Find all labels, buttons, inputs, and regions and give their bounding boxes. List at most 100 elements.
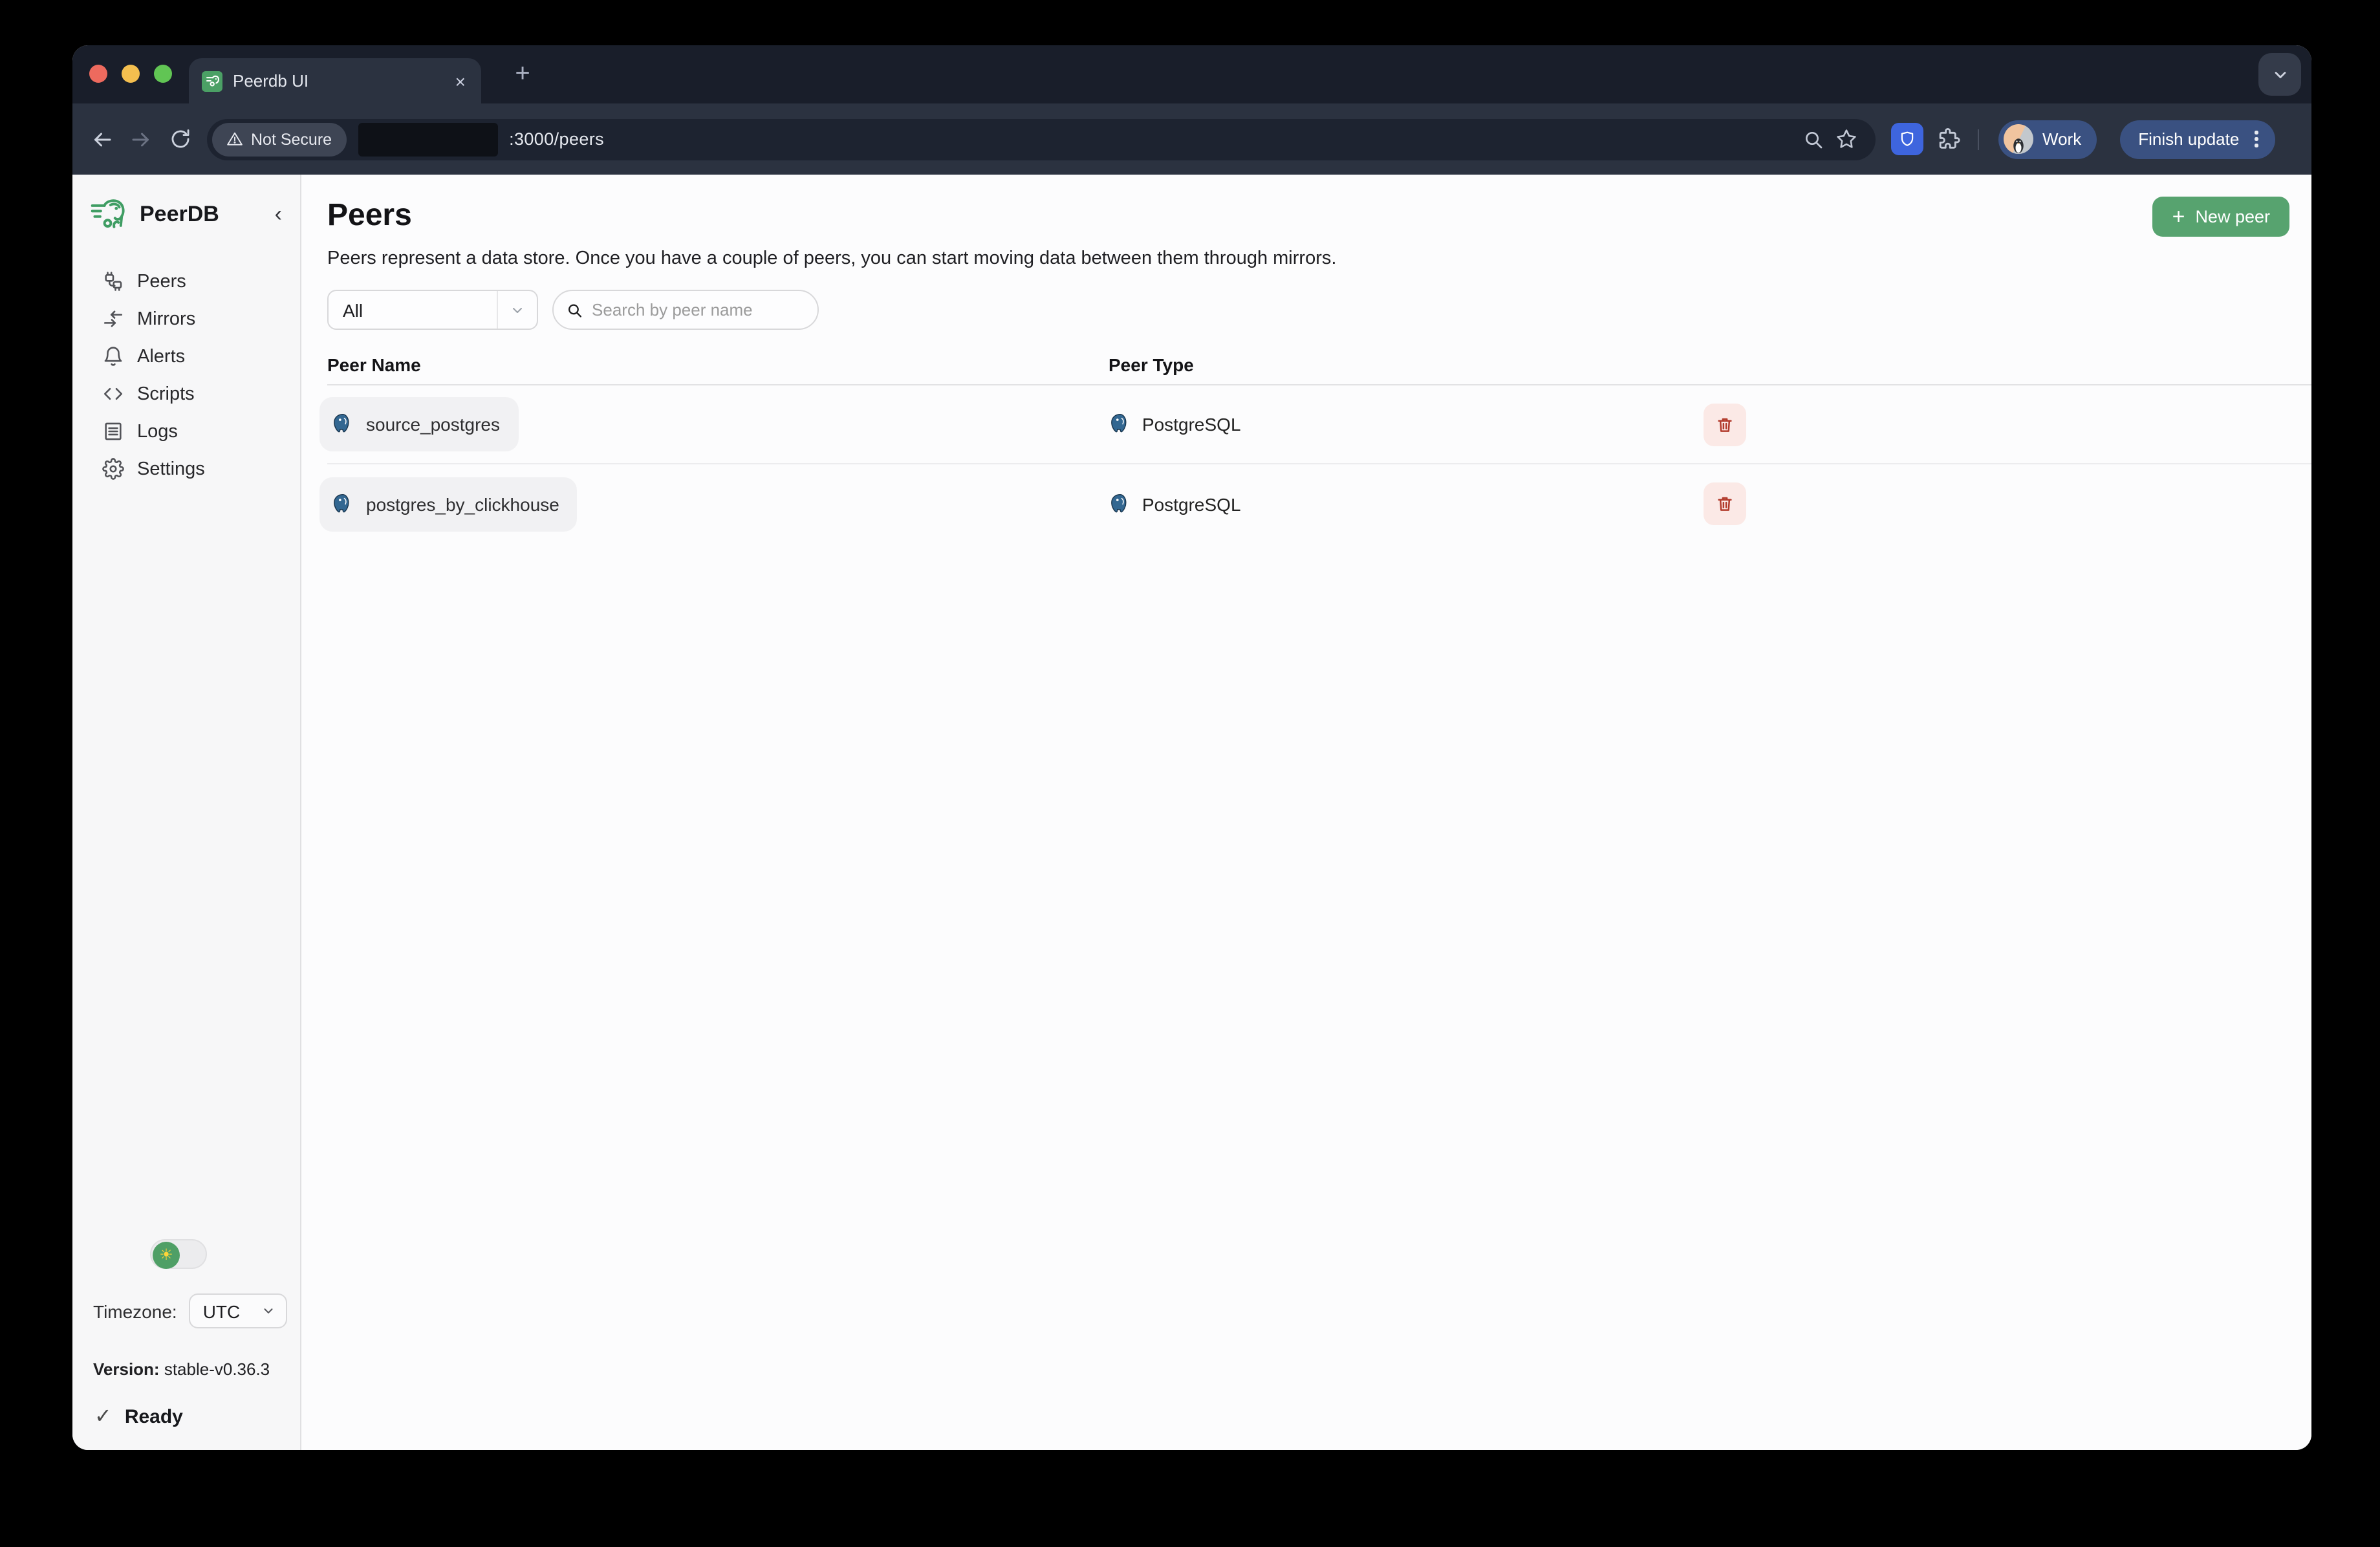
plus-icon: + <box>2172 205 2185 227</box>
address-bar[interactable]: Not Secure :3000/peers <box>207 118 1876 160</box>
reload-icon <box>169 128 191 150</box>
screen: Peerdb UI × + <box>0 0 2380 1547</box>
search-input[interactable] <box>592 300 805 319</box>
table-row: postgres_by_clickhouse PostgreSQL <box>327 464 2311 543</box>
shield-icon <box>1899 131 1916 147</box>
page-content: PeerDB ‹ Peers Mirrors <box>72 175 2311 1450</box>
zoom-magnifier-icon[interactable] <box>1803 129 1824 149</box>
version-value: stable-v0.36.3 <box>160 1359 270 1379</box>
sidebar-item-scripts[interactable]: Scripts <box>72 375 300 413</box>
sidebar-item-label: Alerts <box>137 346 185 367</box>
peer-name-label: source_postgres <box>366 414 500 435</box>
extensions-area: Work Finish update <box>1891 120 2275 158</box>
bell-icon <box>102 345 124 367</box>
theme-toggle[interactable]: ☀ <box>150 1239 207 1269</box>
postgresql-icon <box>1109 492 1132 515</box>
gear-icon <box>102 458 124 480</box>
close-tab-icon[interactable]: × <box>453 70 468 91</box>
back-button[interactable] <box>83 120 122 158</box>
forward-button[interactable] <box>122 120 160 158</box>
search-box <box>552 290 819 330</box>
postgresql-icon <box>331 492 354 515</box>
url-text: :3000/peers <box>509 129 604 149</box>
plug-icon <box>102 270 124 292</box>
bitwarden-extension-icon[interactable] <box>1891 123 1923 155</box>
browser-menu-kebab-icon[interactable] <box>2251 131 2262 147</box>
reload-button[interactable] <box>160 120 199 158</box>
peers-table-body: source_postgres PostgreSQL <box>327 385 2311 543</box>
bookmark-star-icon[interactable] <box>1835 128 1857 150</box>
sidebar-item-label: Peers <box>137 271 186 292</box>
forward-arrow-icon <box>129 127 153 151</box>
page-title: Peers <box>327 198 2153 234</box>
brand-name: PeerDB <box>140 202 258 228</box>
sun-icon: ☀ <box>153 1241 180 1268</box>
zoom-window-button[interactable] <box>154 65 172 83</box>
redacted-host <box>358 122 497 156</box>
check-icon: ✓ <box>94 1403 112 1429</box>
version-text: Version: stable-v0.36.3 <box>93 1359 287 1379</box>
back-arrow-icon <box>91 127 114 151</box>
delete-peer-button[interactable] <box>1704 403 1746 446</box>
traffic-lights <box>89 65 172 83</box>
sidebar-collapse-button[interactable]: ‹ <box>270 202 287 228</box>
sidebar-item-label: Mirrors <box>137 308 195 329</box>
peer-type-label: PostgreSQL <box>1142 414 1241 435</box>
peer-type-cell: PostgreSQL <box>1109 413 1704 436</box>
new-peer-label: New peer <box>2195 206 2270 226</box>
new-peer-button[interactable]: + New peer <box>2153 196 2289 236</box>
timezone-row: Timezone: UTC <box>93 1293 287 1328</box>
toolbar-divider <box>1978 129 1979 149</box>
timezone-select[interactable]: UTC <box>189 1293 287 1328</box>
extensions-puzzle-icon[interactable] <box>1936 127 1961 151</box>
profile-button[interactable]: Work <box>1998 120 2097 158</box>
warning-triangle-icon <box>226 131 243 147</box>
peer-name-link[interactable]: source_postgres <box>319 397 518 451</box>
browser-window: Peerdb UI × + <box>72 45 2311 1450</box>
peers-table: Peer Name Peer Type source_postgres <box>327 345 2311 543</box>
browser-tab[interactable]: Peerdb UI × <box>189 58 481 103</box>
peerdb-logo-icon <box>89 195 128 234</box>
finish-update-button[interactable]: Finish update <box>2120 120 2275 158</box>
profile-name: Work <box>2042 129 2081 149</box>
close-window-button[interactable] <box>89 65 107 83</box>
swap-arrows-icon <box>102 308 124 330</box>
sidebar-item-mirrors[interactable]: Mirrors <box>72 300 300 338</box>
sidebar-footer: ☀ Timezone: UTC Version: stable-v0.36.3 <box>72 1239 300 1429</box>
code-icon <box>102 383 124 405</box>
minimize-window-button[interactable] <box>122 65 140 83</box>
chevron-down-icon <box>261 1304 276 1318</box>
search-icon <box>567 301 583 319</box>
sidebar-item-label: Scripts <box>137 384 195 404</box>
sidebar-item-alerts[interactable]: Alerts <box>72 338 300 375</box>
finish-update-label: Finish update <box>2138 129 2239 149</box>
sidebar-item-settings[interactable]: Settings <box>72 450 300 488</box>
profile-avatar <box>2004 124 2033 154</box>
column-header-peer-type: Peer Type <box>1109 354 1704 375</box>
tab-search-button[interactable] <box>2258 53 2301 96</box>
peer-name-link[interactable]: postgres_by_clickhouse <box>319 477 578 531</box>
timezone-label: Timezone: <box>93 1301 177 1321</box>
sidebar-item-label: Settings <box>137 459 205 479</box>
column-header-peer-name: Peer Name <box>327 354 1109 375</box>
chevron-down-icon <box>2271 65 2289 83</box>
peer-type-filter[interactable]: All <box>327 290 538 330</box>
sidebar-item-peers[interactable]: Peers <box>72 263 300 300</box>
peerdb-favicon-icon <box>202 70 222 91</box>
penguin-icon <box>2009 135 2028 154</box>
sidebar-item-logs[interactable]: Logs <box>72 413 300 450</box>
peer-type-cell: PostgreSQL <box>1109 492 1704 515</box>
delete-peer-button[interactable] <box>1704 482 1746 525</box>
not-secure-label: Not Secure <box>251 130 332 148</box>
trash-icon <box>1715 494 1735 514</box>
filter-value: All <box>343 299 497 320</box>
brand-row: PeerDB ‹ <box>72 195 300 234</box>
browser-toolbar: Not Secure :3000/peers <box>72 103 2311 175</box>
new-tab-button[interactable]: + <box>504 56 541 92</box>
status-row: ✓ Ready <box>93 1403 287 1429</box>
version-label: Version: <box>93 1359 160 1379</box>
page-description: Peers represent a data store. Once you h… <box>327 248 2311 269</box>
not-secure-chip[interactable]: Not Secure <box>212 122 346 156</box>
sidebar: PeerDB ‹ Peers Mirrors <box>72 175 301 1450</box>
tab-strip: Peerdb UI × + <box>72 45 2311 103</box>
